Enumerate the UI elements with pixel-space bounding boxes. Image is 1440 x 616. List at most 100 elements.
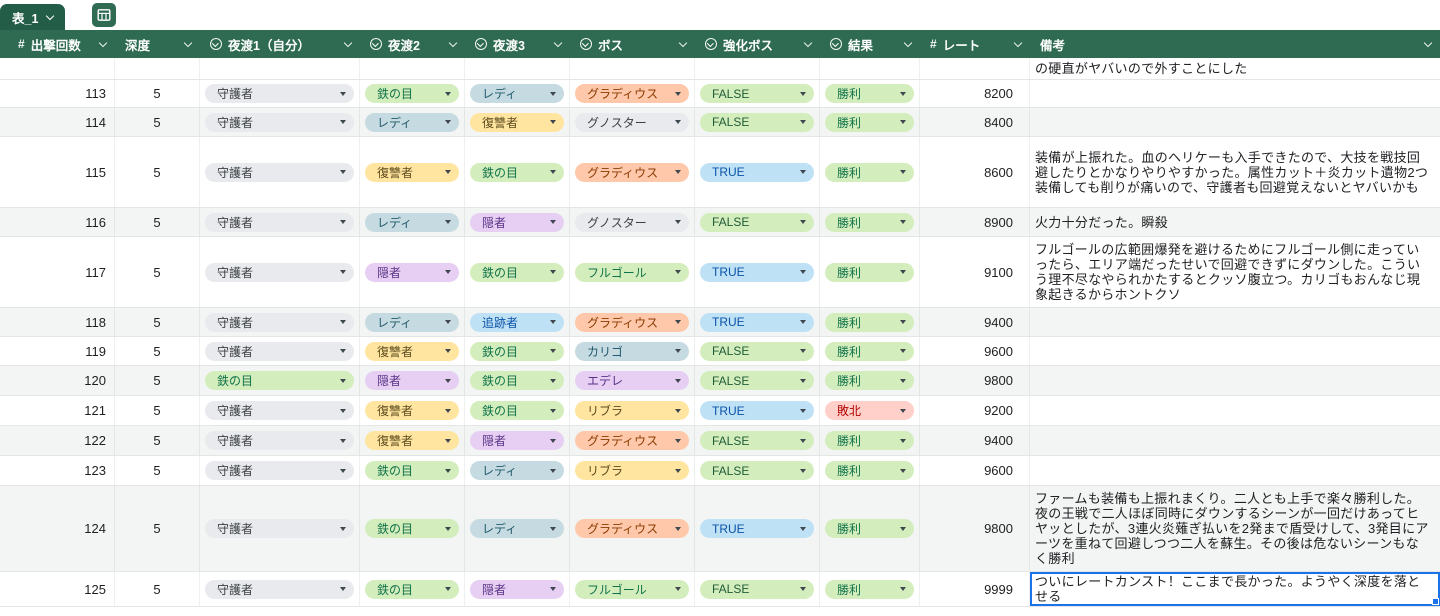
cell-sortie-count[interactable]: 115 (8, 137, 115, 207)
cell-note[interactable]: ファームも装備も上振れまくり。二人とも上手で楽々勝利した。夜の王戦で二人ほぼ同時… (1030, 486, 1440, 571)
cell-boss[interactable]: グラディウス (570, 308, 695, 336)
cell-result[interactable]: 勝利 (820, 337, 920, 365)
cell-nightfarer-2[interactable]: 復讐者 (360, 396, 465, 425)
dropdown-chip[interactable]: レディ (365, 312, 459, 332)
dropdown-chip[interactable]: 勝利 (825, 312, 914, 332)
cell-rate[interactable]: 8200 (920, 80, 1030, 107)
cell-enhanced-boss[interactable]: FALSE (695, 108, 820, 136)
column-header-nightfarer-2[interactable]: 夜渡2 (360, 30, 465, 58)
cell-boss[interactable]: カリゴ (570, 337, 695, 365)
cell-nightfarer-3[interactable]: 復讐者 (465, 108, 570, 136)
cell-nightfarer-3[interactable]: 鉄の目 (465, 337, 570, 365)
cell-nightfarer-1[interactable]: 守護者 (200, 137, 360, 207)
cell-rate[interactable]: 9200 (920, 396, 1030, 425)
cell-boss[interactable]: グラディウス (570, 426, 695, 455)
cell-enhanced-boss[interactable]: FALSE (695, 337, 820, 365)
dropdown-chip[interactable]: 鉄の目 (470, 371, 564, 390)
cell-rate[interactable]: 8600 (920, 137, 1030, 207)
dropdown-chip[interactable]: グラディウス (575, 519, 689, 538)
dropdown-chip[interactable]: 勝利 (825, 112, 914, 132)
dropdown-chip[interactable]: グラディウス (575, 162, 689, 182)
cell-boss[interactable]: グノスター (570, 208, 695, 236)
dropdown-chip[interactable]: FALSE (700, 84, 814, 103)
cell-nightfarer-2[interactable]: 鉄の目 (360, 572, 465, 606)
dropdown-chip[interactable]: 守護者 (205, 431, 354, 450)
cell-nightfarer-3[interactable]: 隠者 (465, 572, 570, 606)
cell-enhanced-boss[interactable]: TRUE (695, 137, 820, 207)
dropdown-chip[interactable]: 守護者 (205, 262, 354, 282)
dropdown-chip[interactable]: 勝利 (825, 262, 914, 282)
dropdown-chip[interactable]: 敗北 (825, 401, 914, 420)
cell-result[interactable]: 勝利 (820, 426, 920, 455)
cell-enhanced-boss[interactable]: FALSE (695, 366, 820, 395)
dropdown-chip[interactable]: 勝利 (825, 162, 914, 182)
cell-depth[interactable]: 5 (115, 396, 200, 425)
dropdown-chip[interactable]: 勝利 (825, 212, 914, 232)
cell-nightfarer-2[interactable]: レディ (360, 108, 465, 136)
cell-depth[interactable]: 5 (115, 308, 200, 336)
cell-boss[interactable]: グラディウス (570, 137, 695, 207)
dropdown-chip[interactable]: 鉄の目 (205, 371, 354, 390)
column-menu-icon[interactable] (803, 38, 813, 47)
cell-boss[interactable]: リブラ (570, 396, 695, 425)
fill-handle[interactable] (1432, 598, 1439, 605)
cell-depth[interactable]: 5 (115, 572, 200, 606)
cell-enhanced-boss[interactable]: TRUE (695, 237, 820, 307)
cell-rate[interactable]: 8400 (920, 108, 1030, 136)
dropdown-chip[interactable]: リブラ (575, 401, 689, 420)
cell-nightfarer-2[interactable]: 隠者 (360, 366, 465, 395)
cell-note[interactable] (1030, 426, 1440, 455)
cell-enhanced-boss[interactable]: FALSE (695, 208, 820, 236)
cell-nightfarer-1[interactable]: 守護者 (200, 308, 360, 336)
cell-note[interactable] (1030, 308, 1440, 336)
dropdown-chip[interactable]: 守護者 (205, 579, 354, 599)
cell-nightfarer-2[interactable] (360, 58, 465, 79)
cell-note[interactable]: 装備が上振れた。血のヘリケーも入手できたので、大技を戦技回避したりとかなりやりや… (1030, 137, 1440, 207)
cell-nightfarer-1[interactable]: 守護者 (200, 208, 360, 236)
cell-boss[interactable]: グラディウス (570, 486, 695, 571)
cell-sortie-count[interactable]: 123 (8, 456, 115, 485)
dropdown-chip[interactable]: TRUE (700, 312, 814, 332)
selected-cell[interactable]: ついにレートカンスト！ここまで長かった。ようやく深度を落とせる (1030, 572, 1440, 606)
dropdown-chip[interactable]: レディ (470, 84, 564, 103)
cell-nightfarer-3[interactable] (465, 58, 570, 79)
column-header-nightfarer-3[interactable]: 夜渡3 (465, 30, 570, 58)
cell-sortie-count[interactable]: 119 (8, 337, 115, 365)
cell-rate[interactable]: 8900 (920, 208, 1030, 236)
cell-nightfarer-3[interactable]: レディ (465, 486, 570, 571)
dropdown-chip[interactable]: 鉄の目 (470, 401, 564, 420)
dropdown-chip[interactable]: 鉄の目 (470, 162, 564, 182)
cell-depth[interactable]: 5 (115, 337, 200, 365)
cell-note[interactable]: フルゴールの広範囲爆発を避けるためにフルゴール側に走っていったら、エリア端だった… (1030, 237, 1440, 307)
cell-rate[interactable] (920, 58, 1030, 79)
column-header-nightfarer-1[interactable]: 夜渡1（自分） (200, 30, 360, 58)
cell-nightfarer-1[interactable]: 鉄の目 (200, 366, 360, 395)
column-header-boss[interactable]: ボス (570, 30, 695, 58)
cell-rate[interactable]: 9100 (920, 237, 1030, 307)
cell-nightfarer-3[interactable]: 鉄の目 (465, 137, 570, 207)
column-menu-icon[interactable] (1013, 38, 1023, 47)
cell-result[interactable] (820, 58, 920, 79)
cell-result[interactable]: 敗北 (820, 396, 920, 425)
cell-sortie-count[interactable]: 117 (8, 237, 115, 307)
cell-nightfarer-2[interactable]: 復讐者 (360, 337, 465, 365)
column-header-note[interactable]: 備考 (1030, 30, 1440, 58)
cell-nightfarer-1[interactable]: 守護者 (200, 80, 360, 107)
cell-nightfarer-3[interactable]: 隠者 (465, 426, 570, 455)
cell-nightfarer-2[interactable]: 鉄の目 (360, 456, 465, 485)
cell-enhanced-boss[interactable] (695, 58, 820, 79)
dropdown-chip[interactable]: 守護者 (205, 162, 354, 182)
cell-result[interactable]: 勝利 (820, 237, 920, 307)
cell-note[interactable]: 火力十分だった。瞬殺 (1030, 208, 1440, 236)
cell-nightfarer-2[interactable]: レディ (360, 208, 465, 236)
cell-nightfarer-2[interactable]: 隠者 (360, 237, 465, 307)
dropdown-chip[interactable]: TRUE (700, 162, 814, 182)
cell-result[interactable]: 勝利 (820, 80, 920, 107)
dropdown-chip[interactable]: カリゴ (575, 341, 689, 361)
cell-sortie-count[interactable]: 113 (8, 80, 115, 107)
cell-depth[interactable]: 5 (115, 80, 200, 107)
cell-depth[interactable]: 5 (115, 426, 200, 455)
dropdown-chip[interactable]: 守護者 (205, 341, 354, 361)
cell-rate[interactable]: 9999 (920, 572, 1030, 606)
cell-depth[interactable]: 5 (115, 456, 200, 485)
